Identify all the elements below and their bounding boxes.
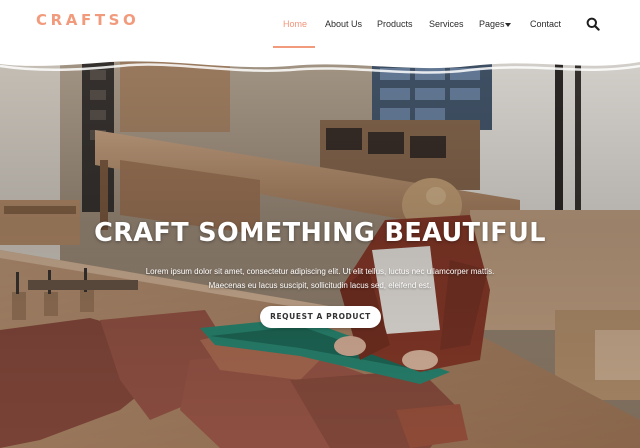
nav-item-home[interactable]: Home [283,19,307,29]
hero-description-line-1: Lorem ipsum dolor sit amet, consectetur … [145,267,495,276]
hero-description-line-2: Maecenas eu lacus suscipit, sollicitudin… [208,280,432,290]
request-product-button[interactable]: REQUEST A PRODUCT [260,306,381,328]
nav-item-services[interactable]: Services [429,19,464,29]
hero-title: CRAFT SOMETHING BEAUTIFUL [94,218,546,248]
chevron-down-icon[interactable] [505,23,511,27]
brand-logo[interactable]: CRAFTSO [36,11,139,29]
nav-item-products[interactable]: Products [377,19,413,29]
search-icon[interactable] [586,17,600,31]
active-nav-indicator [273,46,315,48]
site-header: CRAFTSO Home About Us Products Services … [0,0,640,60]
nav-item-pages[interactable]: Pages [479,19,505,29]
nav-item-about-us[interactable]: About Us [325,19,362,29]
nav-item-contact[interactable]: Contact [530,19,561,29]
hero-description: Lorem ipsum dolor sit amet, consectetur … [120,265,520,292]
